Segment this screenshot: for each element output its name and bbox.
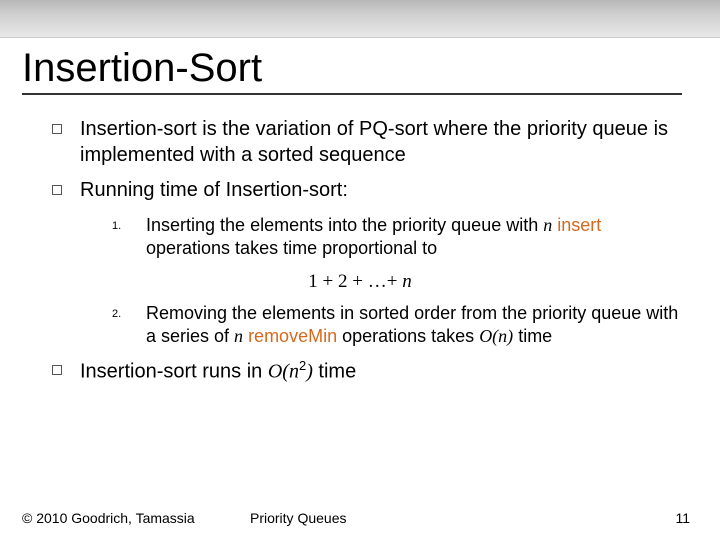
operation-word: insert: [557, 215, 601, 235]
slide-title: Insertion-Sort: [22, 46, 682, 95]
footer-page-number: 11: [660, 510, 720, 526]
footer: © 2010 Goodrich, Tamassia Priority Queue…: [0, 510, 720, 526]
big-o-close: ): [306, 361, 313, 383]
numbered-list: 1. Inserting the elements into the prior…: [22, 214, 698, 260]
var-n: n: [289, 361, 299, 383]
numbered-list-2: 2. Removing the elements in sorted order…: [22, 302, 698, 348]
text-fragment: Inserting the elements into the priority…: [146, 215, 543, 235]
bullet-item: Running time of Insertion-sort:: [22, 178, 698, 204]
number-marker: 1.: [112, 214, 146, 260]
bullet-marker-icon: [52, 178, 80, 204]
big-o-open: O(: [268, 361, 289, 383]
text-fragment: time: [513, 326, 552, 346]
text-fragment: Insertion-sort runs in: [80, 361, 268, 383]
text-fragment: time: [313, 361, 356, 383]
numbered-item: 2. Removing the elements in sorted order…: [22, 302, 698, 348]
number-marker: 2.: [112, 302, 146, 348]
formula: 1 + 2 + …+ n: [22, 270, 698, 294]
big-o-expr: O(n): [479, 326, 513, 346]
final-text: Insertion-sort runs in O(n2) time: [80, 358, 698, 385]
operation-word: removeMin: [248, 326, 337, 346]
footer-center: Priority Queues: [240, 510, 660, 526]
bullet-list: Insertion-sort is the variation of PQ-so…: [22, 117, 698, 204]
footer-copyright: © 2010 Goodrich, Tamassia: [0, 510, 240, 526]
slide-top-bar: [0, 0, 720, 38]
var-n: n: [402, 271, 412, 292]
text-fragment: operations takes: [337, 326, 479, 346]
numbered-item: 1. Inserting the elements into the prior…: [22, 214, 698, 260]
var-n: n: [543, 215, 552, 235]
slide-content: Insertion-sort is the variation of PQ-so…: [22, 117, 698, 385]
bullet-item-final: Insertion-sort runs in O(n2) time: [22, 358, 698, 385]
formula-text: 1 + 2 + …+: [308, 271, 402, 292]
text-fragment: operations takes time proportional to: [146, 238, 437, 258]
bullet-text: Running time of Insertion-sort:: [80, 178, 698, 204]
slide-body: Insertion-Sort Insertion-sort is the var…: [0, 38, 720, 385]
numbered-text: Removing the elements in sorted order fr…: [146, 302, 698, 348]
bullet-marker-icon: [52, 358, 80, 385]
numbered-text: Inserting the elements into the priority…: [146, 214, 698, 260]
bullet-text: Insertion-sort is the variation of PQ-so…: [80, 117, 698, 168]
bullet-item: Insertion-sort is the variation of PQ-so…: [22, 117, 698, 168]
var-n: n: [234, 326, 243, 346]
bullet-marker-icon: [52, 117, 80, 168]
